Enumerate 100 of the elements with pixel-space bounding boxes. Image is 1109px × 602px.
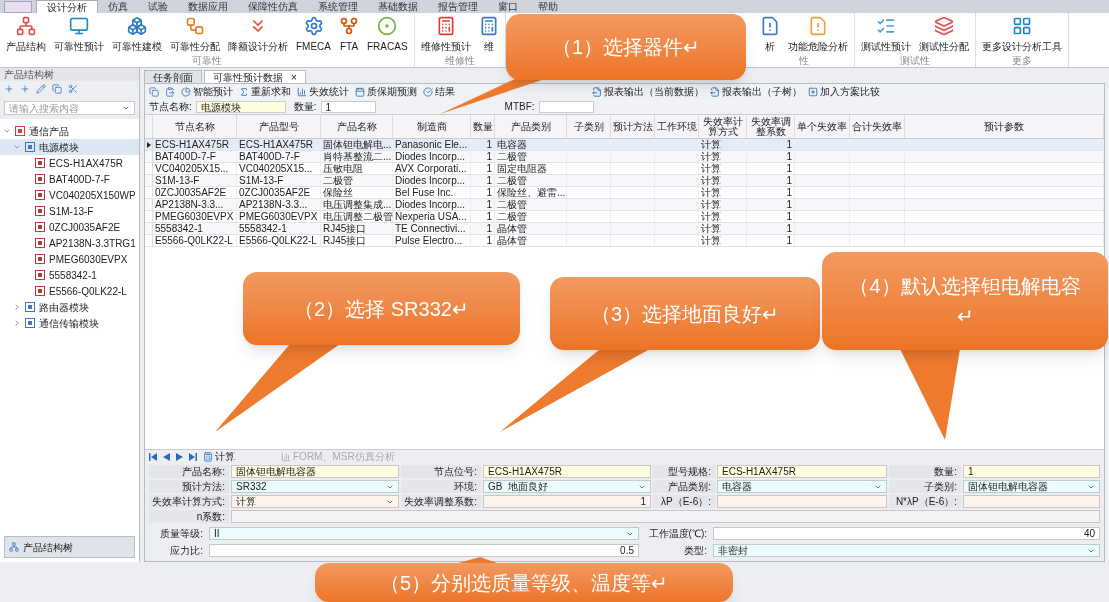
close-tab-button[interactable]: × [291, 69, 297, 85]
tree-row[interactable]: E5566-Q0LK22-L [0, 283, 139, 299]
expander-icon[interactable] [13, 303, 21, 311]
ribbon-tab[interactable]: 设计分析 [36, 0, 98, 13]
toolbar-button[interactable]: 报表输出（子树） [710, 84, 802, 99]
ribbon-button[interactable]: 可靠性预计 [52, 13, 106, 55]
toolbar-button[interactable]: 重新求和 [239, 84, 291, 99]
ribbon-tab[interactable]: 保障性仿真 [238, 0, 308, 13]
table-row[interactable]: 5558342-1 5558342-1 RJ45接口 TE Connectivi... 1 晶体管 计算 1 [145, 223, 1104, 235]
expander-icon[interactable] [13, 143, 21, 151]
toolbar-button[interactable]: 质保期预测 [355, 84, 417, 99]
column-header[interactable]: 失效率调整系数 [747, 115, 795, 138]
column-header[interactable]: 制造商 [393, 115, 471, 138]
dropdown-field[interactable]: 非密封 [713, 544, 1100, 557]
tree-row[interactable]: 通信产品 [0, 123, 139, 139]
ribbon-button[interactable]: 更多设计分析工具 [979, 13, 1064, 55]
copy-icon[interactable] [149, 86, 159, 97]
table-row[interactable]: S1M-13-F S1M-13-F 二极管 Diodes Incorp... 1 二极管 计算 1 [145, 175, 1104, 187]
ribbon-tab[interactable]: 仿真 [98, 0, 138, 13]
table-row[interactable]: PMEG6030EVPX PMEG6030EVPX 电压调整二极管 Nexperia USA... 1 二极管 计算 1 [145, 211, 1104, 223]
search-field[interactable]: 请输入搜索内容 [4, 101, 135, 115]
ribbon-button[interactable]: 维 [476, 13, 501, 55]
table-row[interactable]: ECS-H1AX475R ECS-H1AX475R 固体钽电解电... Panasonic Ele... 1 电容器 计算 1 [145, 139, 1104, 151]
column-header[interactable]: 合计失效率 [850, 115, 905, 138]
input-field[interactable]: ECS-H1AX475R [483, 465, 651, 478]
last-record-icon[interactable] [189, 452, 197, 461]
input-field[interactable]: 1 [320, 100, 376, 113]
dropdown-field[interactable]: II [209, 527, 639, 540]
nav-button[interactable]: 计算 [203, 449, 235, 464]
toolbar-button[interactable]: 智能预计 [181, 84, 233, 99]
ribbon-button[interactable]: 测试性分配 [916, 13, 971, 55]
column-header[interactable]: 产品型号 [237, 115, 321, 138]
toolbar-button[interactable]: 报表输出（当前数据） [592, 84, 704, 99]
input-field[interactable]: ECS-H1AX475R [717, 465, 887, 478]
tree-row[interactable]: PMEG6030EVPX [0, 251, 139, 267]
ribbon-button[interactable]: FMECA [294, 13, 333, 55]
tree-row[interactable]: 0ZCJ0035AF2E [0, 219, 139, 235]
tree-row[interactable]: 5558342-1 [0, 267, 139, 283]
input-field[interactable] [963, 495, 1100, 508]
ribbon-button[interactable]: FRACAS [365, 13, 410, 55]
copy-icon[interactable] [52, 84, 62, 94]
toolbar-button[interactable]: 加入方案比较 [808, 84, 880, 99]
input-field[interactable]: 1 [963, 465, 1100, 478]
document-tab[interactable]: 任务剖面 [144, 70, 202, 83]
dropdown-field[interactable]: 计算 [231, 495, 399, 508]
document-tab[interactable]: 可靠性预计数据 × [204, 70, 306, 83]
expander-icon[interactable] [3, 127, 11, 135]
column-header[interactable]: 产品类别 [495, 115, 567, 138]
column-header[interactable]: 产品名称 [321, 115, 393, 138]
expander-icon[interactable] [13, 319, 21, 327]
table-row[interactable]: BAT400D-7-F BAT400D-7-F 肖特基整流二... Diodes Incorp... 1 二极管 计算 1 [145, 151, 1104, 163]
tree-row[interactable]: 电源模块 [0, 139, 139, 155]
ribbon-tab[interactable]: 试验 [138, 0, 178, 13]
input-field[interactable]: 电源模块 [195, 100, 286, 113]
ribbon-tab[interactable]: 帮助 [528, 0, 568, 13]
table-row[interactable]: AP2138N-3.3... AP2138N-3.3... 电压调整集成... Diodes Incorp... 1 二极管 计算 1 [145, 199, 1104, 211]
column-header[interactable]: 失效率计算方式 [699, 115, 747, 138]
ribbon-tab[interactable]: 报告管理 [428, 0, 488, 13]
dropdown-field[interactable]: SR332 [231, 480, 399, 493]
dropdown-field[interactable]: 固体钽电解电容器 [963, 480, 1100, 493]
app-menu-button[interactable] [4, 1, 32, 13]
ribbon-button[interactable]: 产品结构 [4, 13, 48, 55]
tree-row[interactable]: 通信传输模块 [0, 315, 139, 331]
ribbon-button[interactable]: 测试性预计 [858, 13, 913, 55]
tree-row[interactable]: AP2138N-3.3TRG1 [0, 235, 139, 251]
tree-row[interactable]: VC040205X150WP [0, 187, 139, 203]
paste-icon[interactable] [165, 86, 175, 97]
column-header[interactable]: 预计方法 [611, 115, 655, 138]
input-field[interactable] [231, 510, 1100, 523]
next-record-icon[interactable] [176, 452, 183, 461]
table-row[interactable]: 0ZCJ0035AF2E 0ZCJ0035AF2E 保险丝 Bel Fuse Inc. 1 保险丝、避雷... 计算 1 [145, 187, 1104, 199]
input-field[interactable]: 40 [713, 527, 1100, 540]
column-header[interactable]: 节点名称 [153, 115, 237, 138]
tree-row[interactable]: 路由器模块 [0, 299, 139, 315]
tree-row[interactable]: S1M-13-F [0, 203, 139, 219]
tree-row[interactable]: ECS-H1AX475R [0, 155, 139, 171]
input-field[interactable]: 0.5 [209, 544, 639, 557]
column-header[interactable]: 预计参数 [905, 115, 1104, 138]
table-row[interactable]: VC040205X15... VC040205X15... 压敏电阻 AVX Corporati... 1 固定电阻器 计算 1 [145, 163, 1104, 175]
dropdown-field[interactable]: 电容器 [717, 480, 887, 493]
column-header[interactable]: 单个失效率 [795, 115, 850, 138]
input-field[interactable] [538, 100, 594, 113]
cut-icon[interactable] [68, 84, 78, 94]
table-row[interactable]: E5566-Q0LK22-L E5566-Q0LK22-L RJ45接口 Pulse Electro... 1 晶体管 计算 1 [145, 235, 1104, 247]
first-record-icon[interactable] [149, 452, 157, 461]
column-header[interactable]: 数量 [471, 115, 495, 138]
ribbon-button[interactable]: 功能危险分析 [785, 13, 850, 55]
input-field[interactable]: 固体钽电解电容器 [231, 465, 399, 478]
tree-row[interactable]: BAT400D-7-F [0, 171, 139, 187]
input-field[interactable]: 1 [483, 495, 651, 508]
add-icon[interactable] [4, 84, 14, 94]
ribbon-tab[interactable]: 系统管理 [308, 0, 368, 13]
edit-icon[interactable] [36, 84, 46, 94]
column-header[interactable]: 子类别 [567, 115, 611, 138]
ribbon-button[interactable]: 可靠性分配 [168, 13, 222, 55]
dropdown-field[interactable]: GB 地面良好 [483, 480, 651, 493]
input-field[interactable] [717, 495, 887, 508]
toolbar-button[interactable]: 结果 [423, 84, 455, 99]
panel-footer-button[interactable]: 产品结构树 [4, 536, 135, 558]
ribbon-button[interactable]: 维修性预计 [418, 13, 473, 55]
